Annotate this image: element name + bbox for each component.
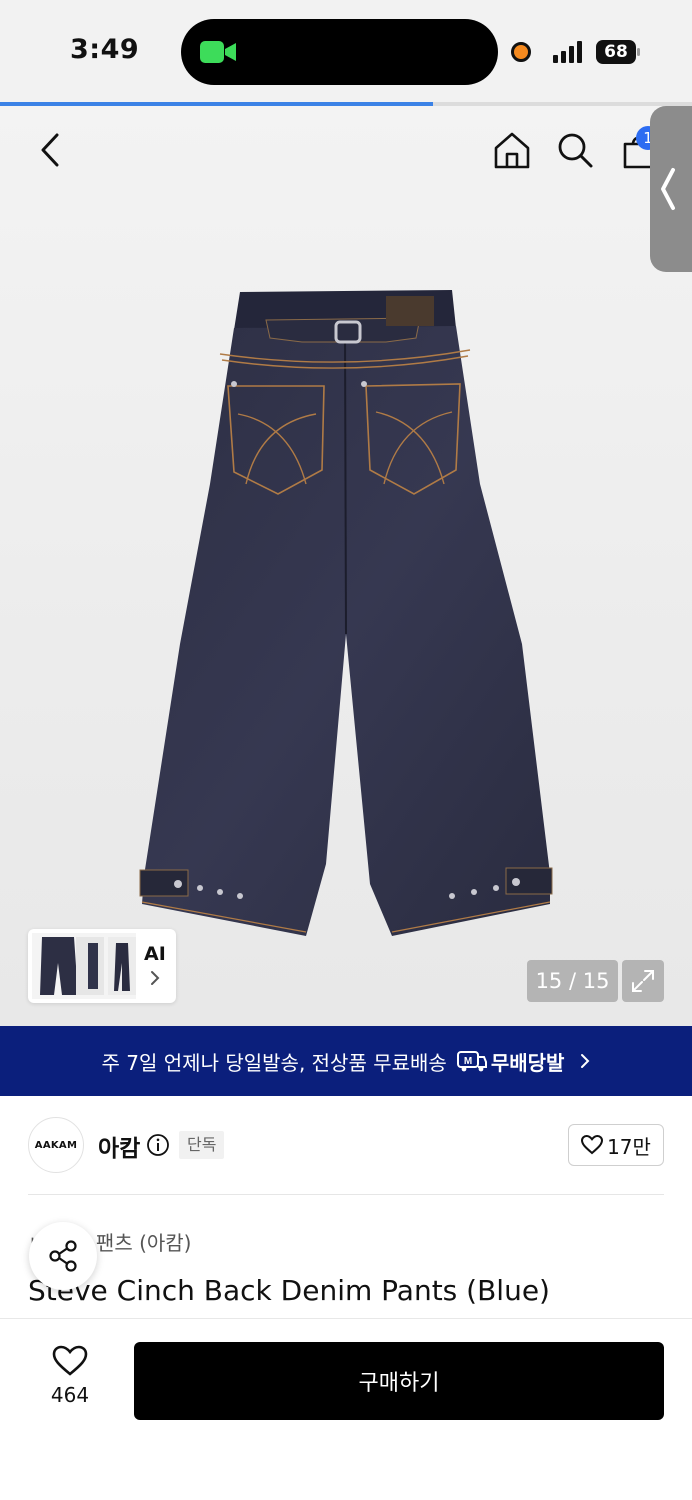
search-icon [558, 133, 593, 168]
dynamic-island [181, 19, 498, 85]
chevron-left-icon [661, 168, 675, 210]
battery-icon: 68 [596, 40, 640, 64]
divider [28, 1194, 664, 1195]
wishlist-button[interactable]: 464 [38, 1345, 102, 1415]
image-counter: 15 / 15 [527, 960, 618, 1002]
delivery-promo-banner[interactable]: 주 7일 언제나 당일발송, 전상품 무료배송 M 무배당발 [0, 1026, 692, 1096]
share-button[interactable] [29, 1222, 97, 1290]
bottom-action-bar: 464 구매하기 [0, 1318, 692, 1500]
brand-name[interactable]: 아캄 [98, 1129, 140, 1163]
ai-thumbnail-button[interactable]: AI [28, 929, 176, 1003]
battery-level: 68 [596, 40, 636, 64]
banner-logo: M 무배당발 [456, 1047, 565, 1076]
home-button[interactable] [490, 128, 534, 172]
delivery-truck-icon: M [456, 1051, 487, 1072]
chevron-right-icon [151, 971, 160, 985]
cellular-signal-icon [553, 41, 582, 63]
banner-logo-letter: M [464, 1056, 472, 1067]
status-bar: 3:49 68 [0, 0, 692, 104]
thumbnail-ai-label: AI [144, 943, 166, 965]
search-button[interactable] [553, 128, 597, 172]
brand-logo[interactable]: AAKAM [28, 1117, 84, 1173]
home-icon [494, 132, 530, 169]
banner-text: 주 7일 언제나 당일발송, 전상품 무료배송 [101, 1050, 447, 1075]
thumbnail-preview-image [32, 933, 136, 999]
wishlist-count: 464 [50, 1383, 90, 1407]
info-icon[interactable] [146, 1133, 170, 1157]
back-chevron-icon [41, 133, 59, 167]
facetime-camera-icon [200, 41, 236, 63]
expand-image-button[interactable] [622, 960, 664, 1002]
brand-like-count: 17만 [607, 1134, 651, 1159]
expand-icon [632, 970, 654, 992]
share-icon [49, 1240, 77, 1272]
banner-brand-name: 무배당발 [490, 1050, 565, 1075]
exclusive-badge: 단독 [179, 1131, 225, 1159]
product-name-english: Steve Cinch Back Denim Pants (Blue) [28, 1274, 550, 1307]
brand-row: AAKAM 아캄 단독 17만 [0, 1096, 692, 1196]
product-gallery[interactable]: 1 AI 15 / 15 [0, 106, 692, 1026]
back-button[interactable] [30, 128, 70, 172]
heart-outline-icon [581, 1135, 604, 1155]
status-time: 3:49 [70, 34, 140, 65]
buy-button[interactable]: 구매하기 [134, 1342, 664, 1420]
side-panel-handle[interactable] [650, 106, 692, 272]
product-image-jeans[interactable] [130, 284, 560, 944]
recording-dot-icon [511, 42, 531, 62]
battery-tip [637, 48, 640, 56]
brand-like-button[interactable]: 17만 [568, 1124, 664, 1166]
chevron-right-icon [581, 1054, 590, 1068]
heart-outline-icon [52, 1345, 88, 1376]
